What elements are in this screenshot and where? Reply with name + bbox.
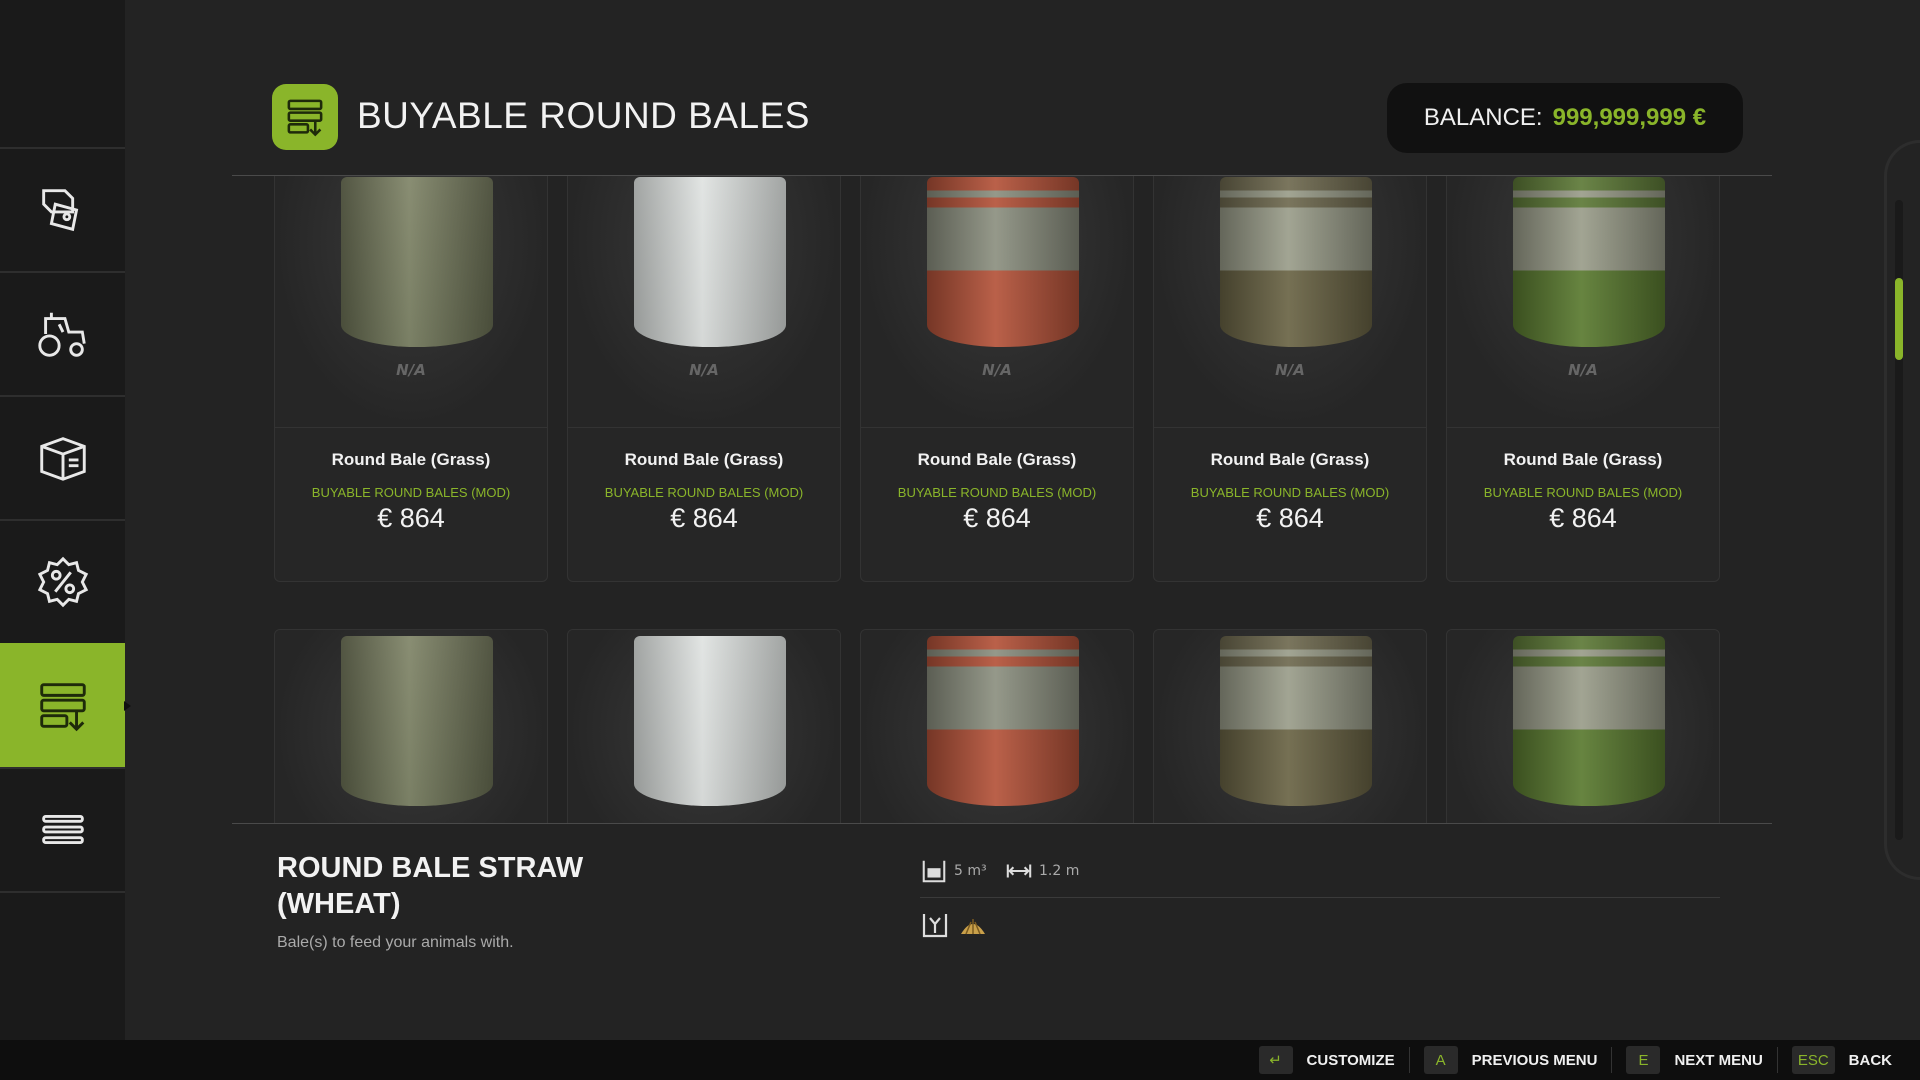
animal-feed-icon — [922, 914, 948, 938]
sidebar-item-sales[interactable] — [0, 147, 125, 271]
sales-icon — [41, 189, 78, 232]
sidebar-item-vehicles[interactable] — [0, 271, 125, 395]
bale-image — [1513, 177, 1665, 347]
balance-value: 999,999,999 € — [1552, 104, 1707, 131]
spec-volume: 5 m³ — [920, 857, 987, 885]
item-name: Round Bale (Grass) — [331, 450, 491, 469]
item-price: € 864 — [670, 503, 738, 533]
item-image — [275, 630, 547, 823]
footer-actions: ↵ CUSTOMIZE A PREVIOUS MENU E NEXT MENU … — [1245, 1040, 1906, 1080]
availability-label: N/A — [396, 361, 426, 379]
next-menu-action[interactable]: E NEXT MENU — [1611, 1046, 1776, 1074]
menu-list-icon — [41, 815, 84, 845]
spec-divider — [920, 897, 1720, 898]
balance-display: BALANCE: 999,999,999 € — [1387, 83, 1743, 153]
item-name: Round Bale (Grass) — [917, 450, 1077, 469]
key-a: A — [1423, 1046, 1458, 1074]
key-e: E — [1626, 1046, 1661, 1074]
spec-width: 1.2 m — [1005, 857, 1079, 885]
item-card[interactable] — [274, 629, 548, 823]
item-card[interactable] — [860, 629, 1134, 823]
item-image — [1447, 176, 1719, 428]
divider-bottom — [232, 823, 1772, 824]
item-image — [1154, 630, 1426, 823]
item-category: BUYABLE ROUND BALES (MOD) — [311, 485, 511, 500]
item-image — [568, 630, 840, 823]
item-card[interactable]: N/A Round Bale (Grass) BUYABLE ROUND BAL… — [860, 176, 1134, 582]
width-icon — [1006, 864, 1032, 878]
fill-types — [920, 910, 988, 940]
page-icon — [272, 84, 338, 150]
back-label: BACK — [1848, 1051, 1892, 1069]
item-category: BUYABLE ROUND BALES (MOD) — [1190, 485, 1390, 500]
bales-shop-icon — [39, 683, 86, 732]
availability-label: N/A — [982, 361, 1012, 379]
previous-menu-action[interactable]: A PREVIOUS MENU — [1408, 1046, 1612, 1074]
sidebar-item-objects[interactable] — [0, 395, 125, 519]
item-category: BUYABLE ROUND BALES (MOD) — [897, 485, 1097, 500]
bale-image — [1220, 636, 1372, 806]
availability-label: N/A — [689, 361, 719, 379]
detail-title: ROUND BALE STRAW (WHEAT) — [277, 852, 584, 920]
item-grid: N/A Round Bale (Grass) BUYABLE ROUND BAL… — [232, 176, 1772, 823]
item-name: Round Bale (Grass) — [1503, 450, 1663, 469]
sidebar-item-menu[interactable] — [0, 767, 125, 893]
percent-icon — [37, 556, 88, 608]
availability-label: N/A — [1568, 361, 1598, 379]
item-price: € 864 — [1256, 503, 1324, 533]
item-price: € 864 — [963, 503, 1031, 533]
item-card[interactable] — [1446, 629, 1720, 823]
item-card[interactable]: N/A Round Bale (Grass) BUYABLE ROUND BAL… — [567, 176, 841, 582]
bale-image — [341, 636, 493, 806]
detail-description: Bale(s) to feed your animals with. — [277, 934, 514, 951]
item-category: BUYABLE ROUND BALES (MOD) — [1483, 485, 1683, 500]
bale-image — [927, 636, 1079, 806]
item-image — [568, 176, 840, 428]
bale-image — [1513, 636, 1665, 806]
availability-label: N/A — [1275, 361, 1305, 379]
volume-value: 5 m³ — [954, 863, 987, 879]
sidebar — [0, 0, 131, 1040]
back-action[interactable]: ESC BACK — [1776, 1046, 1906, 1074]
item-card[interactable]: N/A Round Bale (Grass) BUYABLE ROUND BAL… — [1153, 176, 1427, 582]
key-esc: ESC — [1791, 1046, 1835, 1074]
customize-label: CUSTOMIZE — [1306, 1051, 1395, 1069]
box-icon — [39, 437, 86, 481]
bale-image — [634, 636, 786, 806]
item-image — [861, 176, 1133, 428]
item-card[interactable] — [1153, 629, 1427, 823]
item-name: Round Bale (Grass) — [624, 450, 784, 469]
balance-label: BALANCE: — [1423, 104, 1543, 131]
scrollbar-thumb[interactable] — [1895, 278, 1903, 360]
item-image — [275, 176, 547, 428]
item-price: € 864 — [1549, 503, 1617, 533]
item-card[interactable]: N/A Round Bale (Grass) BUYABLE ROUND BAL… — [1446, 176, 1720, 582]
item-category: BUYABLE ROUND BALES (MOD) — [604, 485, 804, 500]
item-image — [1447, 630, 1719, 823]
page-title: BUYABLE ROUND BALES — [357, 95, 810, 136]
width-value: 1.2 m — [1039, 863, 1080, 879]
item-image — [861, 630, 1133, 823]
bale-image — [634, 177, 786, 347]
item-card[interactable]: N/A Round Bale (Grass) BUYABLE ROUND BAL… — [274, 176, 548, 582]
bales-shop-icon — [287, 99, 323, 137]
volume-icon — [922, 860, 946, 883]
bale-image — [927, 177, 1079, 347]
item-name: Round Bale (Grass) — [1210, 450, 1370, 469]
tractor-icon — [37, 312, 86, 357]
key-enter-icon: ↵ — [1258, 1046, 1293, 1074]
item-card[interactable] — [567, 629, 841, 823]
sidebar-item-sales-offers[interactable] — [0, 519, 125, 643]
item-price: € 864 — [377, 503, 445, 533]
customize-action[interactable]: ↵ CUSTOMIZE — [1245, 1046, 1409, 1074]
footer-bar: ↵ CUSTOMIZE A PREVIOUS MENU E NEXT MENU … — [0, 1040, 1920, 1080]
previous-menu-label: PREVIOUS MENU — [1471, 1051, 1598, 1069]
straw-icon — [961, 919, 985, 935]
sidebar-item-buyable-bales[interactable] — [0, 643, 131, 767]
next-menu-label: NEXT MENU — [1674, 1051, 1763, 1069]
bale-image — [1220, 177, 1372, 347]
bale-image — [341, 177, 493, 347]
item-image — [1154, 176, 1426, 428]
